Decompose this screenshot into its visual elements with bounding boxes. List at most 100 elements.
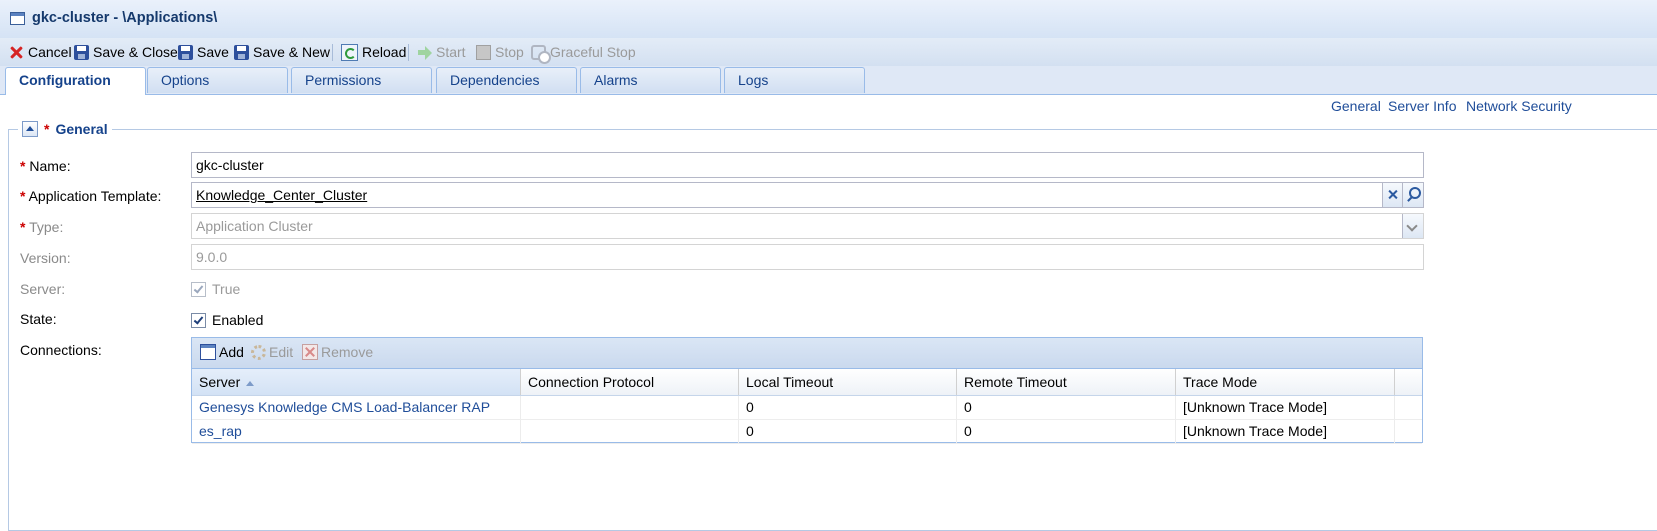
graceful-stop-icon	[531, 44, 551, 64]
edit-gear-icon	[251, 344, 266, 360]
section-link-server-info[interactable]: Server Info	[1388, 98, 1456, 114]
state-label: State:	[20, 311, 57, 327]
application-template-field[interactable]: Knowledge_Center_Cluster	[191, 182, 1424, 208]
version-label: Version:	[20, 250, 71, 266]
tab-logs[interactable]: Logs	[724, 67, 865, 93]
graceful-stop-button[interactable]: Graceful Stop	[531, 42, 636, 64]
add-icon	[200, 344, 216, 360]
column-header-trace-mode[interactable]: Trace Mode	[1176, 369, 1395, 395]
connections-grid: Add Edit Remove Server Connection Protoc…	[191, 337, 1423, 444]
name-input[interactable]: gkc-cluster	[191, 152, 1424, 178]
state-enabled-checkbox[interactable]: Enabled	[191, 312, 263, 328]
clear-icon[interactable]	[1382, 183, 1403, 207]
sort-ascending-icon	[246, 380, 255, 386]
window-icon	[10, 12, 25, 25]
reload-icon	[341, 43, 358, 61]
checkbox-icon	[191, 281, 206, 297]
save-close-button[interactable]: Save & Close	[74, 42, 178, 62]
tab-dependencies[interactable]: Dependencies	[436, 67, 577, 93]
start-button[interactable]: Start	[417, 42, 466, 62]
section-link-general[interactable]: General	[1331, 98, 1381, 114]
column-header-label: Server	[199, 374, 241, 390]
cancel-label: Cancel	[28, 44, 72, 60]
remove-connection-button[interactable]: Remove	[302, 344, 373, 360]
required-marker: *	[20, 158, 26, 174]
save-icon	[178, 44, 193, 60]
application-template-link[interactable]: Knowledge_Center_Cluster	[196, 187, 367, 203]
reload-label: Reload	[362, 44, 407, 60]
grid-header: Server Connection Protocol Local Timeout…	[192, 369, 1422, 396]
edit-connection-button[interactable]: Edit	[251, 344, 293, 360]
general-legend-label: General	[55, 121, 108, 137]
checkbox-icon	[191, 312, 206, 328]
save-button[interactable]: Save	[178, 42, 229, 62]
column-header-local-timeout[interactable]: Local Timeout	[739, 369, 957, 395]
cancel-button[interactable]: Cancel	[9, 42, 72, 62]
section-link-network-security[interactable]: Network Security	[1466, 98, 1572, 114]
window-title: gkc-cluster - \Applications\	[32, 10, 218, 26]
version-value: 9.0.0	[196, 249, 228, 265]
connections-toolbar: Add Edit Remove	[192, 338, 1422, 369]
remove-icon	[302, 344, 318, 360]
required-marker: *	[44, 121, 50, 137]
general-legend: * General	[18, 121, 112, 137]
version-input[interactable]: 9.0.0	[191, 244, 1424, 270]
remove-label: Remove	[321, 344, 374, 360]
tab-permissions[interactable]: Permissions	[291, 67, 432, 93]
save-new-label: Save & New	[253, 44, 331, 60]
save-close-label: Save & Close	[93, 44, 178, 60]
toolbar-separator	[408, 44, 409, 61]
type-label-text: Type:	[29, 219, 64, 235]
cell-trace-mode: [Unknown Trace Mode]	[1176, 396, 1395, 419]
name-label: * Name:	[20, 158, 71, 174]
save-icon	[74, 44, 89, 60]
main-toolbar: Cancel Save & Close Save Save & New Relo…	[0, 38, 1657, 67]
tab-options[interactable]: Options	[147, 67, 288, 93]
server-label: Server:	[20, 281, 66, 297]
type-label: * Type:	[20, 219, 63, 235]
table-row[interactable]: Genesys Knowledge CMS Load-Balancer RAP …	[192, 396, 1422, 420]
chevron-down-icon[interactable]	[1402, 214, 1423, 238]
type-select[interactable]: Application Cluster	[191, 213, 1424, 239]
edit-label: Edit	[269, 344, 294, 360]
required-marker: *	[20, 219, 26, 235]
column-header-connection-protocol[interactable]: Connection Protocol	[521, 369, 739, 395]
save-icon	[234, 44, 249, 60]
start-arrow-icon	[417, 45, 432, 60]
connections-label: Connections:	[20, 342, 102, 358]
stop-icon	[476, 44, 491, 60]
cell-local-timeout: 0	[739, 420, 957, 443]
search-icon[interactable]	[1402, 183, 1423, 207]
save-new-button[interactable]: Save & New	[234, 42, 330, 62]
cell-local-timeout: 0	[739, 396, 957, 419]
cell-remote-timeout: 0	[957, 420, 1176, 443]
tab-configuration[interactable]: Configuration	[5, 67, 146, 95]
state-checkbox-label: Enabled	[212, 312, 264, 328]
collapse-icon[interactable]	[22, 121, 38, 137]
cell-server[interactable]: Genesys Knowledge CMS Load-Balancer RAP	[192, 396, 521, 419]
server-checkbox[interactable]: True	[191, 281, 240, 297]
table-row[interactable]: es_rap 0 0 [Unknown Trace Mode]	[192, 420, 1422, 444]
cell-remote-timeout: 0	[957, 396, 1176, 419]
name-label-text: Name:	[29, 158, 71, 174]
application-template-label: * Application Template:	[20, 188, 161, 204]
required-marker: *	[20, 188, 26, 204]
stop-label: Stop	[495, 44, 524, 60]
column-header-server[interactable]: Server	[192, 369, 521, 395]
add-label: Add	[219, 344, 244, 360]
column-header-remote-timeout[interactable]: Remote Timeout	[957, 369, 1176, 395]
add-connection-button[interactable]: Add	[200, 344, 244, 360]
application-template-label-text: Application Template:	[28, 188, 162, 204]
cell-server[interactable]: es_rap	[192, 420, 521, 443]
stop-button[interactable]: Stop	[476, 42, 524, 62]
cell-trace-mode: [Unknown Trace Mode]	[1176, 420, 1395, 443]
cell-connection-protocol	[521, 420, 739, 443]
reload-button[interactable]: Reload	[341, 42, 406, 62]
tab-alarms[interactable]: Alarms	[580, 67, 721, 93]
toolbar-separator	[332, 44, 333, 61]
cancel-icon	[9, 45, 24, 60]
name-value: gkc-cluster	[196, 157, 264, 173]
tab-strip: Configuration Options Permissions Depend…	[0, 66, 1657, 95]
server-checkbox-label: True	[212, 281, 241, 297]
window-titlebar: gkc-cluster - \Applications\	[0, 0, 1657, 39]
